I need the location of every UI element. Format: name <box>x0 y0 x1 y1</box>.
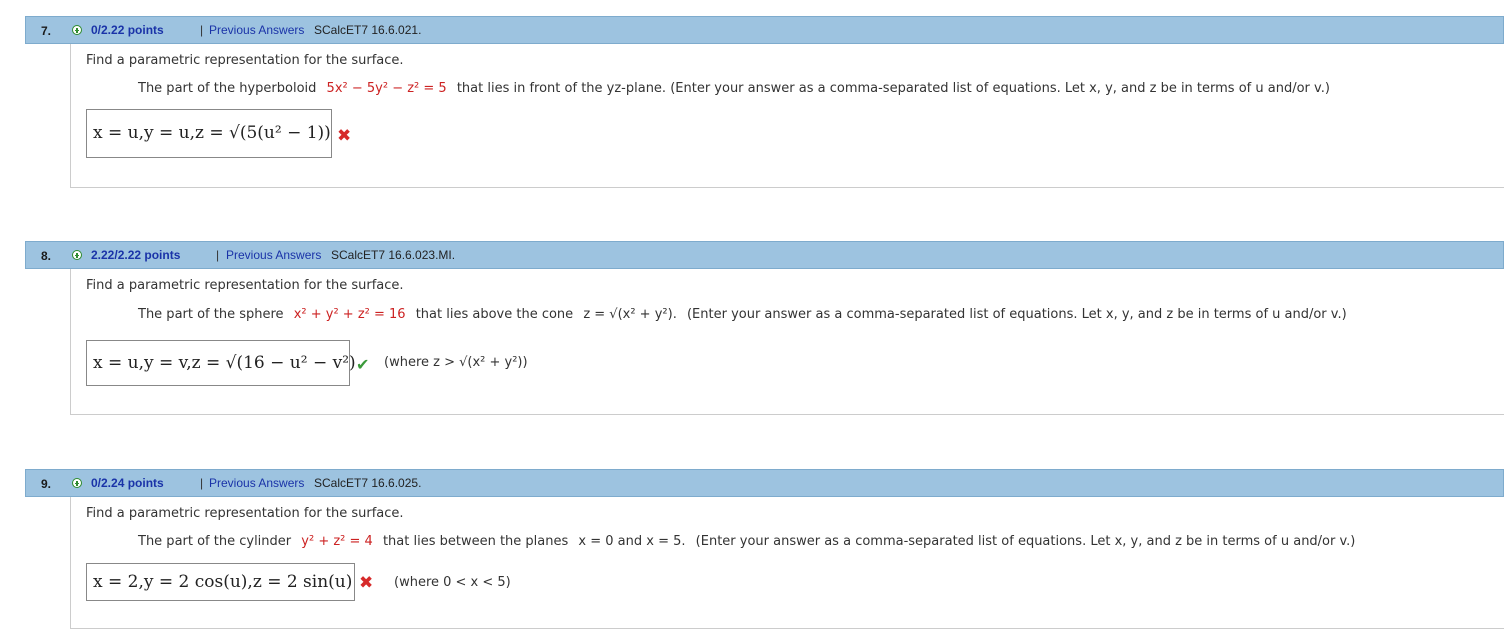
previous-answers-link[interactable]: Previous Answers <box>209 476 304 490</box>
answer-hint: (where z > √(x² + y²)) <box>384 355 528 370</box>
question-code: SCalcET7 16.6.025. <box>314 476 422 490</box>
correct-check-icon: ✔ <box>356 355 370 374</box>
problem-statement: The part of the sphere x² + y² + z² = 16… <box>138 307 1347 322</box>
statement-equation: z = √(x² + y²). <box>583 307 677 322</box>
statement-equation: y² + z² = 4 <box>301 534 373 549</box>
question-code: SCalcET7 16.6.023.MI. <box>331 248 456 262</box>
question-code: SCalcET7 16.6.021. <box>314 23 422 37</box>
problem-statement: The part of the cylinder y² + z² = 4 tha… <box>138 534 1355 549</box>
instruction-text: Find a parametric representation for the… <box>86 506 404 521</box>
incorrect-x-icon: ✖ <box>359 573 374 593</box>
statement-text: that lies between the planes <box>382 534 569 549</box>
answer-field[interactable]: x = 2,y = 2 cos(u),z = 2 sin(u) <box>86 563 355 601</box>
separator: | <box>200 476 204 490</box>
question-body: Find a parametric representation for the… <box>70 269 1504 415</box>
points-label: 0/2.22 points <box>91 23 164 37</box>
statement-text: that lies in front of the yz-plane. (Ent… <box>456 81 1330 96</box>
question-number: 8. <box>41 249 52 263</box>
instruction-text: Find a parametric representation for the… <box>86 278 404 293</box>
statement-text: The part of the hyperboloid <box>138 81 317 96</box>
answer-hint: (where 0 < x < 5) <box>394 575 511 590</box>
separator: | <box>216 248 220 262</box>
statement-text: The part of the sphere <box>138 307 284 322</box>
statement-text: (Enter your answer as a comma-separated … <box>695 534 1356 549</box>
question-header: 7. 0/2.22 points | Previous Answers SCal… <box>25 16 1504 44</box>
answer-field[interactable]: x = u,y = v,z = √(16 − u² − v²) <box>86 340 356 386</box>
expand-plus-icon[interactable] <box>72 250 82 260</box>
separator: | <box>200 23 204 37</box>
expand-plus-icon[interactable] <box>72 25 82 35</box>
statement-text: The part of the cylinder <box>138 534 292 549</box>
instruction-text: Find a parametric representation for the… <box>86 53 404 68</box>
points-label: 2.22/2.22 points <box>91 248 181 262</box>
points-label: 0/2.24 points <box>91 476 164 490</box>
question-header: 9. 0/2.24 points | Previous Answers SCal… <box>25 469 1504 497</box>
question-number: 7. <box>41 24 52 38</box>
answer-field[interactable]: x = u,y = u,z = √(5(u² − 1)) <box>86 109 332 158</box>
question-number: 9. <box>41 477 52 491</box>
problem-statement: The part of the hyperboloid 5x² − 5y² − … <box>138 81 1330 96</box>
expand-plus-icon[interactable] <box>72 478 82 488</box>
incorrect-x-icon: ✖ <box>337 126 352 146</box>
statement-text: that lies above the cone <box>415 307 574 322</box>
statement-equation: x² + y² + z² = 16 <box>293 307 406 322</box>
statement-text: (Enter your answer as a comma-separated … <box>686 307 1347 322</box>
statement-equation: x = 0 and x = 5. <box>578 534 686 549</box>
question-body: Find a parametric representation for the… <box>70 44 1504 188</box>
question-header: 8. 2.22/2.22 points | Previous Answers S… <box>25 241 1504 269</box>
previous-answers-link[interactable]: Previous Answers <box>209 23 304 37</box>
question-body: Find a parametric representation for the… <box>70 497 1504 629</box>
statement-equation: 5x² − 5y² − z² = 5 <box>326 81 447 96</box>
previous-answers-link[interactable]: Previous Answers <box>226 248 321 262</box>
